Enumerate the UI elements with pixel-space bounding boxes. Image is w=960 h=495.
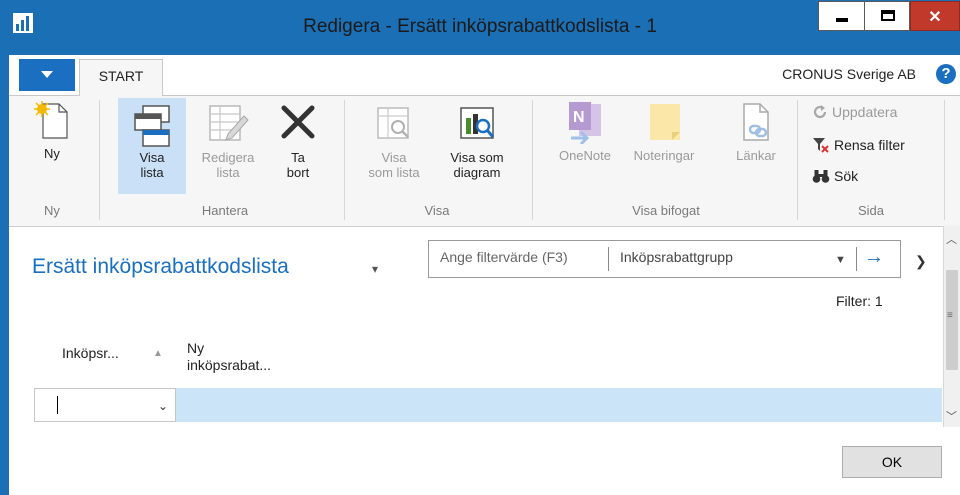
uppdatera-button[interactable]: Uppdatera: [812, 104, 897, 120]
group-sida-label: Sida: [857, 203, 885, 218]
window-frame-left: [0, 0, 9, 495]
group-visa-bifogat-label: Visa bifogat: [632, 203, 700, 218]
ribbon-separator: [532, 100, 533, 220]
maximize-icon: [881, 10, 895, 21]
help-icon[interactable]: ?: [936, 64, 956, 84]
group-ny-label: Ny: [44, 203, 60, 218]
sort-ascending-icon: ▲: [153, 348, 163, 359]
cell-dropdown-icon[interactable]: ⌄: [158, 399, 168, 413]
filter-divider: [608, 247, 609, 271]
close-icon: ✕: [928, 9, 942, 26]
rensa-filter-label: Rensa filter: [834, 137, 905, 153]
delete-icon: [281, 105, 315, 139]
new-document-icon: [34, 101, 68, 139]
view-as-chart-icon: [460, 107, 495, 139]
group-hantera-label: Hantera: [201, 203, 249, 218]
apply-filter-arrow-icon[interactable]: →: [864, 246, 884, 269]
scrollbar-grip-icon: ≡: [947, 310, 953, 321]
minimize-icon: [836, 18, 848, 22]
scroll-down-icon[interactable]: ﹀: [946, 408, 957, 424]
filter-input[interactable]: Ange filtervärde (F3): [440, 249, 568, 265]
noteringar-button[interactable]: Noteringar: [624, 100, 704, 180]
svg-text:N: N: [573, 109, 585, 126]
triangle-down-icon: [41, 71, 53, 78]
column-header-ny-inkopsrabattgrupp[interactable]: Ny inköpsrabat...: [187, 340, 327, 374]
visa-som-lista-button[interactable]: Visa som lista: [356, 100, 432, 196]
filter-field-dropdown-icon[interactable]: ▼: [835, 254, 846, 266]
text-caret: [57, 396, 58, 414]
visa-som-diagram-label: Visa som diagram: [450, 150, 504, 180]
group-visa-label: Visa: [424, 203, 450, 218]
ribbon-separator: [344, 100, 345, 220]
note-icon: [650, 104, 680, 140]
rensa-filter-button[interactable]: Rensa filter: [812, 136, 905, 154]
binoculars-icon: [812, 170, 830, 183]
redigera-lista-button[interactable]: Redigera lista: [190, 100, 266, 196]
filter-count: Filter: 1: [836, 293, 883, 309]
tab-start[interactable]: START: [79, 59, 163, 96]
edit-list-icon: [209, 105, 249, 141]
window-title: Redigera - Ersätt inköpsrabattkodslista …: [303, 16, 657, 37]
onenote-button[interactable]: N OneNote: [546, 100, 624, 180]
collapse-chevron-icon[interactable]: ❯: [915, 253, 927, 270]
ribbon-separator: [944, 100, 945, 220]
page-title[interactable]: Ersätt inköpsrabattkodslista: [32, 255, 289, 279]
company-name[interactable]: CRONUS Sverige AB: [782, 66, 916, 82]
onenote-label: OneNote: [558, 148, 612, 163]
filter-field-select[interactable]: Inköpsrabattgrupp: [620, 249, 733, 265]
link-icon: [743, 103, 769, 141]
redigera-lista-label: Redigera lista: [201, 150, 255, 180]
ny-label: Ny: [44, 146, 60, 161]
row-cell-inkopsrabattgrupp[interactable]: [34, 388, 176, 422]
view-list-icon: [134, 105, 170, 147]
visa-lista-label: Visa lista: [139, 150, 165, 180]
visa-som-diagram-button[interactable]: Visa som diagram: [436, 100, 518, 196]
ta-bort-button[interactable]: Ta bort: [270, 100, 326, 196]
filter-divider: [856, 247, 857, 271]
app-menu-button[interactable]: [19, 59, 75, 91]
lankar-label: Länkar: [736, 148, 776, 163]
maximize-button[interactable]: [864, 1, 910, 31]
minimize-button[interactable]: [818, 1, 865, 31]
uppdatera-label: Uppdatera: [832, 104, 898, 120]
ribbon-separator: [99, 100, 100, 220]
sok-button[interactable]: Sök: [812, 168, 858, 184]
clear-filter-icon: [813, 138, 829, 153]
visa-som-lista-label: Visa som lista: [368, 150, 420, 180]
scroll-up-icon[interactable]: ︿: [946, 231, 957, 247]
visa-lista-button[interactable]: Visa lista: [118, 98, 186, 194]
ok-button[interactable]: OK: [842, 446, 942, 478]
noteringar-label: Noteringar: [633, 148, 695, 163]
ny-button[interactable]: Ny: [28, 100, 76, 198]
sok-label: Sök: [834, 168, 859, 184]
onenote-icon: N: [569, 102, 601, 144]
column-header-inkopsrabattgrupp[interactable]: Inköpsr...: [62, 345, 119, 361]
ta-bort-label: Ta bort: [286, 150, 310, 180]
ribbon-separator: [797, 100, 798, 220]
title-dropdown-icon[interactable]: ▾: [372, 262, 378, 276]
refresh-icon: [813, 105, 827, 119]
lankar-button[interactable]: Länkar: [726, 100, 786, 180]
close-button[interactable]: ✕: [910, 1, 960, 31]
view-as-list-icon: [377, 107, 409, 139]
